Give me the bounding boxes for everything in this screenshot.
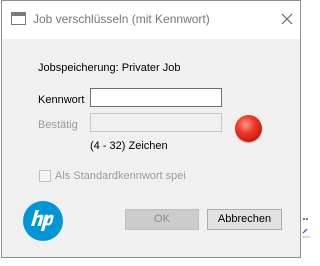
confirm-password-input[interactable] <box>90 113 222 132</box>
hp-logo <box>23 201 63 241</box>
password-input[interactable] <box>90 88 222 107</box>
length-hint: (4 - 32) Zeichen <box>90 140 168 152</box>
background-window-edge <box>302 218 310 238</box>
close-icon <box>281 13 293 25</box>
window-title: Job verschlüsseln (mit Kennwort) <box>33 12 210 26</box>
hp-logo-mark <box>31 210 54 231</box>
password-status-indicator <box>235 115 262 142</box>
default-password-checkbox-label[interactable]: Als Standardkennwort spei <box>55 170 186 182</box>
ok-button[interactable]: OK <box>125 209 199 230</box>
job-storage-label: Jobspeicherung: Privater Job <box>38 62 181 74</box>
confirm-password-label: Bestätig <box>38 119 78 131</box>
password-label: Kennwort <box>38 94 85 106</box>
title-bar: Job verschlüsseln (mit Kennwort) <box>2 1 300 39</box>
window-app-icon <box>11 12 26 25</box>
encrypt-job-dialog: Job verschlüsseln (mit Kennwort) Jobspei… <box>1 0 301 258</box>
default-password-checkbox[interactable] <box>39 170 51 182</box>
cancel-button[interactable]: Abbrechen <box>207 209 282 230</box>
close-button[interactable] <box>278 10 296 28</box>
